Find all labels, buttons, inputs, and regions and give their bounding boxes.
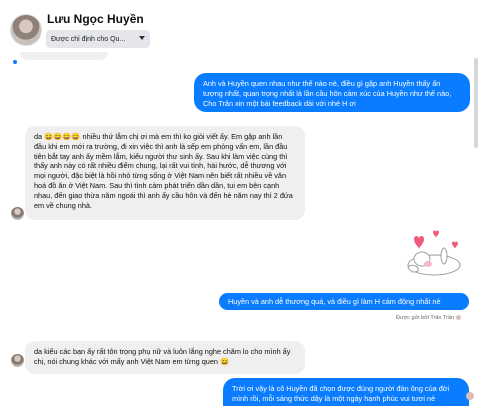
message-text: da 😄😄😄😄 nhiều thứ lắm chị ơi mà em thì k…	[34, 132, 293, 210]
message-bubble-incoming-1[interactable]: da 😄😄😄😄 nhiều thứ lắm chị ơi mà em thì k…	[25, 126, 305, 220]
message-text: Anh và Huyền quen nhau như thế nào nè, đ…	[203, 79, 452, 108]
heart-bunny-sticker[interactable]	[398, 223, 468, 283]
sent-by-label: Được gửi bởi Trân Trần	[396, 315, 461, 321]
scrollbar[interactable]	[474, 58, 478, 148]
sent-by-text: Được gửi bởi Trân Trần	[396, 315, 454, 321]
message-text: Huyền và anh dễ thương quá, và điều gì l…	[228, 297, 441, 306]
read-indicator-icon	[13, 60, 17, 64]
privacy-selector[interactable]: Được chỉ định cho Qu...	[46, 30, 150, 48]
message-bubble-outgoing-3[interactable]: Trời ơi vậy là cô Huyền đã chọn được đún…	[223, 378, 469, 406]
seen-avatar	[466, 392, 474, 400]
chat-header: Lưu Ngọc Huyền Được chỉ định cho Qu...	[0, 0, 480, 58]
sender-avatar[interactable]	[11, 354, 24, 367]
seen-avatar	[455, 315, 461, 321]
chevron-down-icon	[139, 36, 145, 40]
contact-name[interactable]: Lưu Ngọc Huyền	[47, 12, 144, 26]
message-bubble-incoming-2[interactable]: da kiểu các bạn ấy rất tôn trọng phụ nữ …	[25, 341, 305, 374]
previous-message-stub	[20, 52, 108, 60]
contact-avatar[interactable]	[10, 14, 42, 46]
message-text: da kiểu các bạn ấy rất tôn trọng phụ nữ …	[34, 347, 291, 366]
message-bubble-outgoing-2[interactable]: Huyền và anh dễ thương quá, và điều gì l…	[219, 293, 469, 310]
privacy-label: Được chỉ định cho Qu...	[51, 35, 126, 43]
message-bubble-outgoing-1[interactable]: Anh và Huyền quen nhau như thế nào nè, đ…	[194, 73, 470, 112]
message-text: Trời ơi vậy là cô Huyền đã chọn được đún…	[232, 384, 450, 403]
sender-avatar[interactable]	[11, 207, 24, 220]
sticker-icon	[407, 230, 461, 276]
